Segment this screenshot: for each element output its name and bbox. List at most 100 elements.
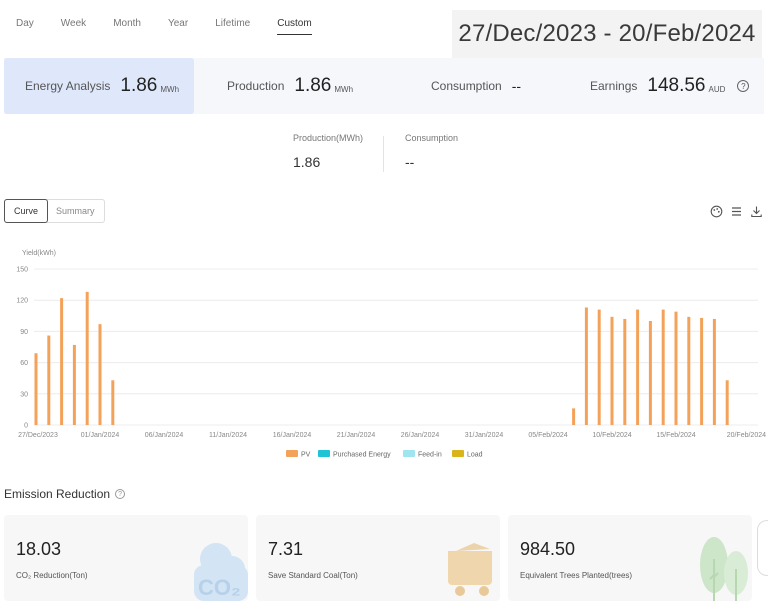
consumption-label: Consumption	[431, 79, 502, 93]
energy-label: Energy Analysis	[25, 79, 111, 93]
summary-bar: Energy Analysis 1.86 MWh Production 1.86…	[4, 58, 764, 114]
x-tick-label: 06/Jan/2024	[145, 432, 184, 439]
production-value: 1.86	[294, 75, 332, 96]
pv-bar[interactable]	[584, 307, 588, 425]
side-scroll-handle[interactable]	[757, 520, 768, 576]
production-summary[interactable]: Production 1.86 MWh	[227, 58, 353, 114]
curve-toggle-button[interactable]: Curve	[4, 199, 49, 223]
view-toggle: Curve Summary	[4, 199, 105, 223]
pv-bar[interactable]	[636, 309, 640, 425]
palette-icon[interactable]	[709, 204, 723, 218]
y-tick-label: 30	[20, 391, 28, 398]
co2-cloud-icon: CO₂	[194, 543, 248, 601]
pv-bar[interactable]	[47, 335, 51, 425]
tab-day[interactable]: Day	[16, 18, 34, 35]
legend-item[interactable]: Purchased Energy	[318, 450, 391, 459]
list-icon[interactable]	[729, 204, 743, 218]
y-tick-label: 90	[20, 329, 28, 336]
consumption-detail: Consumption --	[405, 133, 458, 170]
y-tick-label: 60	[20, 360, 28, 367]
energy-analysis-card[interactable]: Energy Analysis 1.86 MWh	[4, 58, 194, 114]
x-tick-label: 10/Feb/2024	[592, 432, 631, 439]
pv-bar[interactable]	[85, 291, 89, 425]
x-tick-label: 16/Jan/2024	[273, 432, 312, 439]
legend-swatch	[452, 450, 464, 457]
trees-label: Equivalent Trees Planted(trees)	[520, 571, 633, 580]
legend-label: Purchased Energy	[333, 452, 391, 459]
production-unit: MWh	[334, 84, 354, 94]
legend-label: Load	[467, 452, 483, 459]
tab-custom[interactable]: Custom	[277, 18, 312, 35]
pv-bar[interactable]	[572, 408, 576, 425]
legend-swatch	[286, 450, 298, 457]
pv-bar[interactable]	[661, 309, 665, 425]
x-tick-label: 21/Jan/2024	[337, 432, 376, 439]
co2-value: 18.03	[16, 539, 62, 559]
legend-item[interactable]: PV	[286, 450, 311, 459]
emission-reduction-title: Emission Reduction ?	[4, 487, 126, 501]
tab-month[interactable]: Month	[113, 18, 141, 35]
pv-bar[interactable]	[72, 344, 76, 425]
production-detail-label: Production(MWh)	[293, 133, 364, 143]
consumption-summary[interactable]: Consumption --	[431, 58, 521, 114]
pv-bar[interactable]	[111, 380, 115, 425]
pv-bar[interactable]	[712, 318, 716, 425]
earnings-label: Earnings	[590, 79, 638, 93]
legend-item[interactable]: Load	[452, 450, 483, 459]
pv-bar[interactable]	[648, 321, 652, 425]
emission-title-text: Emission Reduction	[4, 487, 111, 501]
pv-bar[interactable]	[687, 316, 691, 425]
detail-divider	[383, 136, 384, 172]
pv-bar[interactable]	[60, 298, 64, 425]
legend-swatch	[318, 450, 330, 457]
trees-value: 984.50	[520, 539, 576, 559]
production-detail-value: 1.86	[293, 154, 321, 170]
tab-year[interactable]: Year	[168, 18, 188, 35]
co2-badge-text: CO₂	[198, 575, 241, 600]
x-tick-label: 27/Dec/2023	[18, 432, 58, 439]
earnings-value: 148.56	[647, 75, 706, 96]
download-icon[interactable]	[749, 204, 763, 218]
y-tick-label: 120	[16, 298, 28, 305]
x-tick-label: 26/Jan/2024	[401, 432, 440, 439]
pv-bar[interactable]	[597, 309, 601, 425]
earnings-unit: AUD	[708, 84, 726, 94]
legend-label: PV	[301, 452, 311, 459]
x-tick-label: 01/Jan/2024	[81, 432, 120, 439]
earnings-summary[interactable]: Earnings 148.56 AUD ?	[590, 58, 750, 114]
help-icon[interactable]: ?	[737, 80, 750, 92]
consumption-detail-value: --	[405, 154, 415, 170]
x-tick-label: 20/Feb/2024	[727, 432, 766, 439]
coal-cart-icon	[448, 543, 492, 596]
co2-card: 18.03 CO₂ Reduction(Ton) CO₂	[4, 515, 248, 601]
coal-value: 7.31	[268, 539, 304, 559]
summary-toggle-button[interactable]: Summary	[47, 200, 104, 222]
legend-item[interactable]: Feed-in	[403, 450, 442, 459]
period-tabs: Day Week Month Year Lifetime Custom	[16, 18, 339, 35]
pv-bar[interactable]	[725, 380, 729, 425]
consumption-detail-label: Consumption	[405, 133, 459, 143]
y-axis-label: Yield(kWh)	[22, 250, 56, 257]
trees-icon	[700, 537, 748, 601]
pv-bar[interactable]	[98, 324, 102, 425]
pv-bar[interactable]	[610, 316, 614, 425]
pv-bar[interactable]	[623, 318, 627, 425]
energy-value: 1.86	[120, 75, 158, 96]
tab-week[interactable]: Week	[61, 18, 86, 35]
production-label: Production	[227, 79, 285, 93]
production-detail: Production(MWh) 1.86	[293, 133, 363, 170]
tab-lifetime[interactable]: Lifetime	[215, 18, 250, 35]
legend-label: Feed-in	[418, 452, 442, 459]
coal-card: 7.31 Save Standard Coal(Ton)	[256, 515, 500, 601]
pv-bar[interactable]	[700, 317, 704, 425]
pv-bar[interactable]	[674, 311, 678, 425]
x-tick-label: 31/Jan/2024	[465, 432, 504, 439]
chart-toolbar	[709, 204, 763, 218]
pv-bar[interactable]	[34, 353, 38, 425]
x-tick-label: 05/Feb/2024	[528, 432, 567, 439]
consumption-value: --	[511, 78, 522, 94]
y-tick-label: 0	[24, 423, 28, 430]
date-range-picker[interactable]: 27/Dec/2023 - 20/Feb/2024	[452, 10, 762, 58]
coal-label: Save Standard Coal(Ton)	[268, 571, 358, 580]
emission-help-icon[interactable]: ?	[115, 489, 126, 499]
